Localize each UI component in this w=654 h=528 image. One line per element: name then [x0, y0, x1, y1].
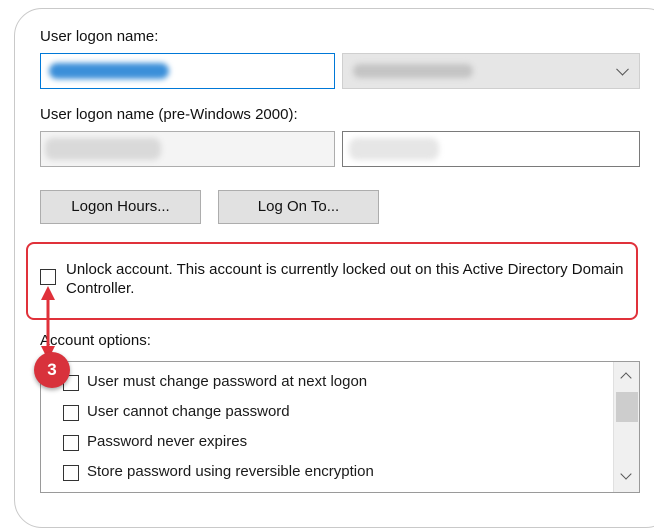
annotation-arrow [41, 286, 55, 360]
step-number-badge: 3 [34, 352, 70, 388]
arrow-head-up [41, 286, 55, 300]
